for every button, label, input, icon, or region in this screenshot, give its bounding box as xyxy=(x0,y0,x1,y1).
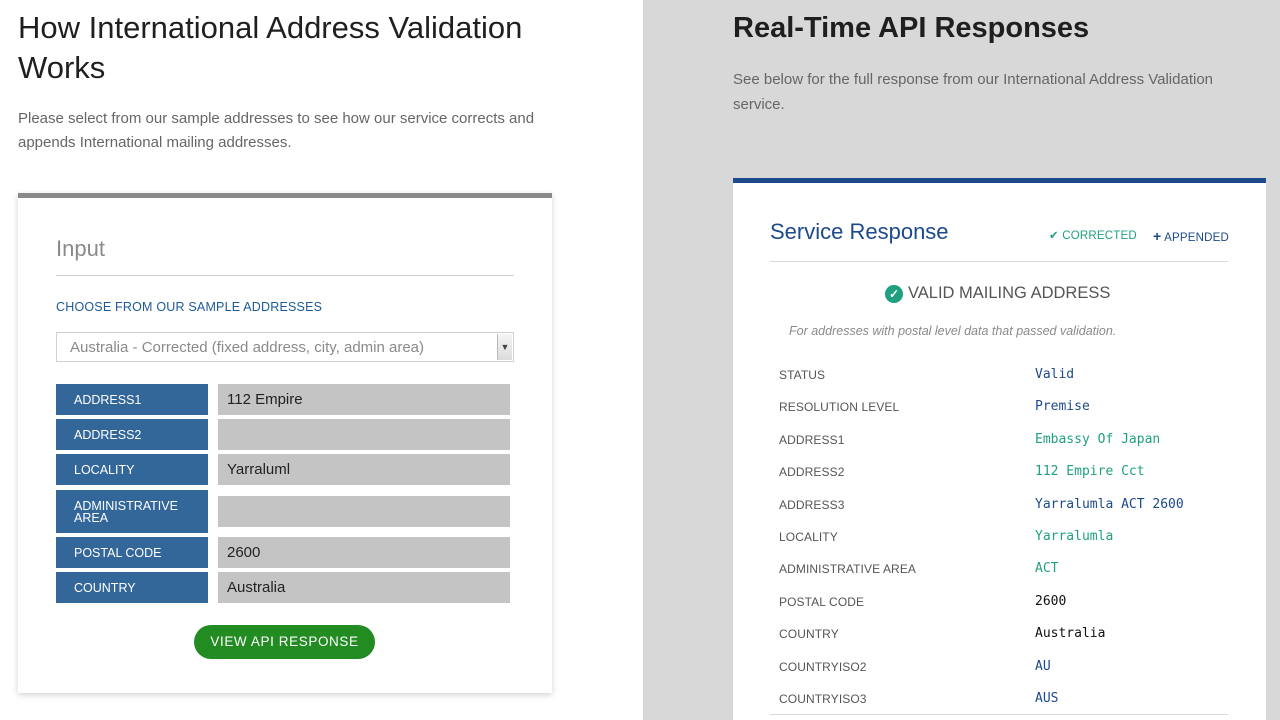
response-key: RESOLUTION LEVEL xyxy=(779,400,900,415)
response-key: COUNTRYISO3 xyxy=(779,692,867,706)
chevron-down-icon[interactable]: ▼ xyxy=(497,334,512,360)
response-value: 112 Empire Cct xyxy=(1035,464,1145,480)
page-description: Please select from our sample addresses … xyxy=(18,110,535,151)
response-row: ADDRESS1 Embassy Of Japan xyxy=(770,431,1228,465)
response-value: Embassy Of Japan xyxy=(1035,431,1161,447)
response-row: ADMINISTRATIVE AREA ACT xyxy=(770,561,1228,594)
locality-input[interactable]: Yarraluml xyxy=(218,454,510,485)
response-row: STATUS Valid xyxy=(770,367,1228,400)
field-label: ADDRESS2 xyxy=(56,419,208,450)
field-label: POSTAL CODE xyxy=(56,537,208,568)
divider xyxy=(56,275,514,276)
left-panel: How International Address Validation Wor… xyxy=(0,0,643,720)
response-row: ADDRESS3 Yarralumla ACT 2600 xyxy=(770,496,1228,530)
response-value: Australia xyxy=(1035,626,1106,642)
sample-address-select[interactable]: Australia - Corrected (fixed address, ci… xyxy=(56,332,514,362)
response-row: ADDRESS2 112 Empire Cct xyxy=(770,464,1228,497)
response-value: 2600 xyxy=(1035,593,1067,609)
postal-code-input[interactable]: 2600 xyxy=(218,537,510,568)
response-key: ADDRESS1 xyxy=(779,432,845,447)
sample-address-label: CHOOSE FROM OUR SAMPLE ADDRESSES xyxy=(56,300,323,314)
field-row-address1: ADDRESS1 112 Empire xyxy=(56,384,511,415)
selected-sample: Australia - Corrected (fixed address, ci… xyxy=(70,339,425,356)
response-key: ADMINISTRATIVE AREA xyxy=(779,562,917,577)
view-api-response-button[interactable]: VIEW API RESPONSE xyxy=(194,625,375,659)
response-value: ACT xyxy=(1035,561,1059,577)
corrected-legend: ✔ CORRECTED xyxy=(1049,228,1137,242)
response-row: RESOLUTION LEVEL Premise xyxy=(770,399,1228,432)
response-key: POSTAL CODE xyxy=(779,594,865,609)
valid-mailing-address-heading: ✓ VALID MAILING ADDRESS xyxy=(885,284,1110,303)
response-section-title: Real-Time API Responses xyxy=(733,12,1090,44)
field-label: ADDRESS1 xyxy=(56,384,208,415)
response-row: COUNTRY Australia xyxy=(770,626,1228,659)
country-input[interactable]: Australia xyxy=(218,572,510,603)
response-key: ADDRESS3 xyxy=(779,497,845,512)
field-row-country: COUNTRY Australia xyxy=(56,572,511,603)
appended-label: APPENDED xyxy=(1164,232,1230,244)
valid-note: For addresses with postal level data tha… xyxy=(789,324,1117,338)
response-key: ADDRESS2 xyxy=(779,465,845,480)
field-row-address2: ADDRESS2 xyxy=(56,419,511,450)
corrected-label: CORRECTED xyxy=(1062,230,1137,242)
response-row: COUNTRYISO2 AU xyxy=(770,658,1228,692)
response-row: COUNTRYISO3 AUS xyxy=(770,691,1228,720)
field-label: LOCALITY xyxy=(56,454,208,485)
response-key: COUNTRYISO2 xyxy=(779,659,867,674)
address1-input[interactable]: 112 Empire xyxy=(218,384,510,415)
appended-legend: + APPENDED xyxy=(1153,228,1229,244)
page-title: How International Address Validation Wor… xyxy=(18,10,523,85)
plus-icon: + xyxy=(1153,228,1162,244)
service-response-title: Service Response xyxy=(770,219,949,244)
check-icon: ✔ xyxy=(1049,230,1059,242)
response-value: Yarralumla xyxy=(1035,529,1114,544)
field-row-locality: LOCALITY Yarraluml xyxy=(56,454,511,485)
address2-input[interactable] xyxy=(218,419,510,450)
input-card: Input CHOOSE FROM OUR SAMPLE ADDRESSES A… xyxy=(18,193,552,693)
response-key: COUNTRY xyxy=(779,627,839,642)
divider xyxy=(770,261,1228,262)
response-key: STATUS xyxy=(779,368,826,382)
response-section-description: See below for the full response from our… xyxy=(733,71,1213,113)
field-row-admin-area: ADMINISTRATIVE AREA xyxy=(56,490,511,533)
divider xyxy=(770,714,1228,715)
response-value: AU xyxy=(1035,658,1051,674)
input-title: Input xyxy=(56,236,105,261)
valid-heading-text: VALID MAILING ADDRESS xyxy=(908,284,1111,302)
response-value: AUS xyxy=(1035,691,1059,706)
response-value: Premise xyxy=(1035,399,1090,415)
field-label: ADMINISTRATIVE AREA xyxy=(56,490,208,533)
response-row: LOCALITY Yarralumla xyxy=(770,529,1228,562)
service-response-card: Service Response ✔ CORRECTED + APPENDED … xyxy=(733,178,1266,720)
response-row: POSTAL CODE 2600 xyxy=(770,593,1228,627)
response-value: Yarralumla ACT 2600 xyxy=(1035,496,1184,512)
response-key: LOCALITY xyxy=(779,530,838,544)
right-panel: Real-Time API Responses See below for th… xyxy=(643,0,1280,720)
field-row-postal-code: POSTAL CODE 2600 xyxy=(56,537,511,568)
field-label: COUNTRY xyxy=(56,572,208,603)
response-value: Valid xyxy=(1035,367,1075,382)
admin-area-input[interactable] xyxy=(218,496,510,527)
check-circle-icon: ✓ xyxy=(885,284,903,303)
